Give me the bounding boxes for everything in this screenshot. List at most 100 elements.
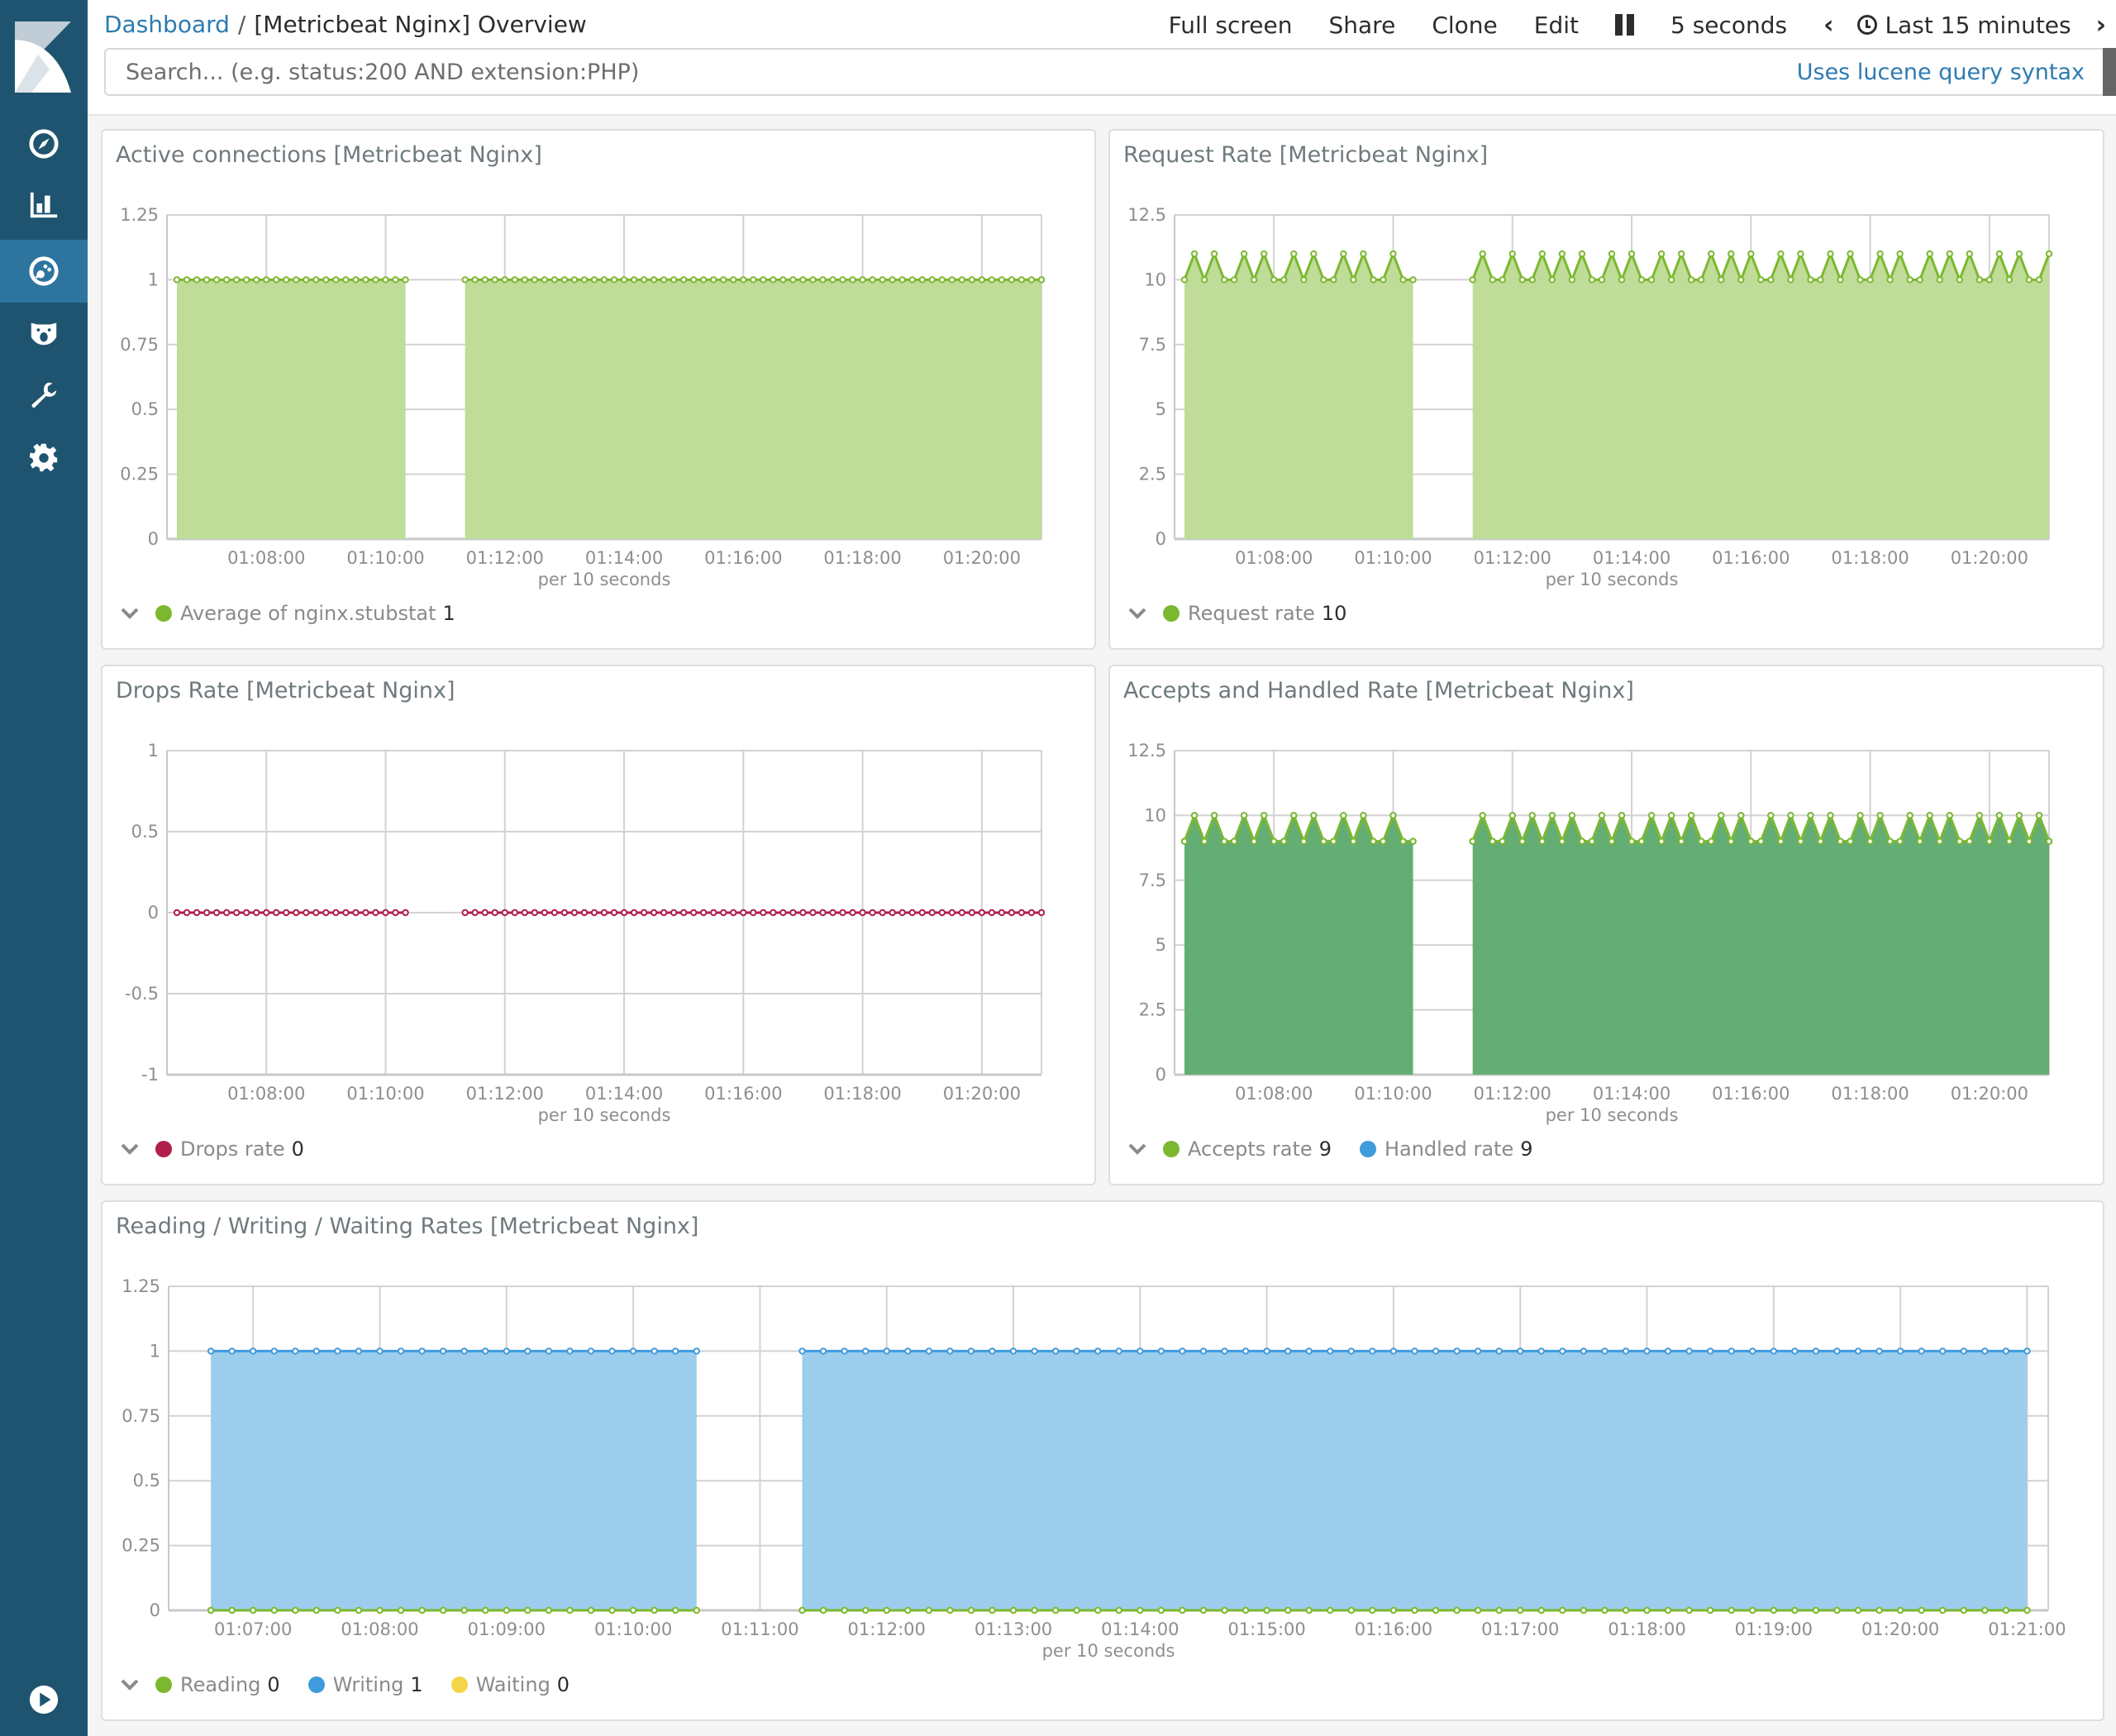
sidebar-item-dashboard[interactable] xyxy=(0,240,88,303)
chevron-left-icon[interactable]: ‹ xyxy=(1823,11,1833,40)
data-point xyxy=(829,909,836,917)
breadcrumb-dashboard-link[interactable]: Dashboard xyxy=(104,11,230,38)
data-point xyxy=(600,276,608,284)
data-point xyxy=(1698,276,1705,284)
y-tick-label: 0 xyxy=(1156,1065,1166,1085)
legend-item[interactable]: Writing 1 xyxy=(307,1673,423,1696)
dashboard-gauge-icon xyxy=(29,256,59,286)
series-writing xyxy=(207,1347,2031,1610)
data-point xyxy=(989,1606,996,1614)
data-point xyxy=(1995,250,2004,258)
data-point xyxy=(1517,1347,1524,1355)
time-picker-button[interactable]: Last 15 minutes xyxy=(1856,12,2071,39)
data-point xyxy=(978,276,986,284)
clone-button[interactable]: Clone xyxy=(1432,12,1497,39)
data-point xyxy=(1300,276,1308,284)
y-tick-label: 1 xyxy=(148,741,159,761)
data-point xyxy=(303,909,310,917)
data-point xyxy=(1495,1606,1503,1614)
data-point xyxy=(779,276,787,284)
legend-item[interactable]: Waiting 0 xyxy=(450,1673,570,1696)
lucene-syntax-link[interactable]: Uses lucene query syntax xyxy=(1797,60,2085,85)
x-tick-label: 01:18:00 xyxy=(1608,1619,1685,1639)
data-point xyxy=(651,1606,658,1614)
data-point xyxy=(332,909,340,917)
sidebar-item-visualize[interactable] xyxy=(0,174,88,236)
collapse-sidebar-button[interactable] xyxy=(0,1668,88,1731)
x-axis-label: per 10 seconds xyxy=(538,570,671,589)
data-point xyxy=(1199,1347,1208,1355)
data-point xyxy=(173,909,181,917)
chevron-right-icon[interactable]: › xyxy=(2096,11,2106,40)
data-point xyxy=(521,909,529,917)
data-point xyxy=(372,909,379,917)
legend-dot xyxy=(155,605,172,622)
x-tick-label: 01:07:00 xyxy=(214,1619,292,1639)
legend-item[interactable]: Request rate 10 xyxy=(1163,602,1346,625)
legend-item[interactable]: Average of nginx.stubstat 1 xyxy=(155,602,455,625)
sidebar-item-timelion[interactable] xyxy=(0,301,88,364)
kibana-logo[interactable] xyxy=(15,21,71,93)
data-point xyxy=(799,276,807,284)
data-point xyxy=(908,909,916,917)
data-point xyxy=(918,909,926,917)
full-screen-button[interactable]: Full screen xyxy=(1169,12,1293,39)
search-input[interactable] xyxy=(106,50,1797,94)
legend-toggle-chevron-icon[interactable] xyxy=(117,1143,142,1155)
data-point xyxy=(482,1606,489,1614)
legend-value: 9 xyxy=(1520,1137,1533,1161)
legend-dot xyxy=(307,1676,325,1693)
top-menu: Full screen Share Clone Edit 5 seconds ‹… xyxy=(1132,8,2106,41)
data-point xyxy=(222,909,231,917)
data-point xyxy=(1369,1347,1376,1355)
data-point xyxy=(1508,812,1516,819)
x-tick-label: 01:18:00 xyxy=(1831,1084,1909,1104)
legend-toggle-chevron-icon[interactable] xyxy=(117,1679,142,1691)
y-tick-label: 1.25 xyxy=(122,1276,160,1296)
sidebar-item-dev-tools[interactable] xyxy=(0,364,88,427)
x-tick-label: 01:10:00 xyxy=(1354,548,1432,568)
data-point xyxy=(968,909,976,917)
legend-toggle-chevron-icon[interactable] xyxy=(117,608,142,619)
data-point xyxy=(1770,1606,1778,1614)
data-point xyxy=(1588,276,1596,284)
y-tick-label: 0.25 xyxy=(120,465,159,484)
data-point xyxy=(819,909,827,917)
data-point xyxy=(312,909,320,917)
data-point xyxy=(879,276,886,284)
x-tick-label: 01:12:00 xyxy=(466,1084,544,1104)
data-point xyxy=(1305,1606,1313,1614)
legend-item[interactable]: Drops rate 0 xyxy=(155,1137,304,1161)
data-point xyxy=(1220,276,1228,284)
data-point xyxy=(608,1347,616,1355)
y-tick-label: 5 xyxy=(1156,935,1166,955)
y-tick-label: 10 xyxy=(1144,805,1166,825)
data-point xyxy=(730,276,737,284)
data-point xyxy=(1737,812,1745,819)
data-point xyxy=(1718,276,1725,284)
data-point xyxy=(580,276,589,284)
data-point xyxy=(938,909,946,917)
data-point xyxy=(355,1347,363,1355)
search-button[interactable] xyxy=(2103,48,2116,96)
legend-toggle-chevron-icon[interactable] xyxy=(1125,608,1150,619)
data-point xyxy=(1190,250,1199,258)
data-point xyxy=(1538,250,1546,258)
data-point xyxy=(1037,909,1046,917)
pause-icon[interactable] xyxy=(1614,14,1634,36)
data-point xyxy=(779,909,787,917)
sidebar-item-management[interactable] xyxy=(0,427,88,489)
refresh-interval-button[interactable]: 5 seconds xyxy=(1670,12,1787,39)
data-point xyxy=(1677,250,1685,258)
legend-item[interactable]: Handled rate 9 xyxy=(1359,1137,1533,1161)
sidebar-item-discover[interactable] xyxy=(0,112,88,175)
data-point xyxy=(1409,837,1417,845)
legend-item[interactable]: Reading 0 xyxy=(155,1673,280,1696)
legend-item[interactable]: Accepts rate 9 xyxy=(1163,1137,1332,1161)
data-point xyxy=(1939,1606,1947,1614)
legend-toggle-chevron-icon[interactable] xyxy=(1125,1143,1150,1155)
data-point xyxy=(1320,837,1327,845)
share-button[interactable]: Share xyxy=(1329,12,1396,39)
edit-button[interactable]: Edit xyxy=(1534,12,1579,39)
data-point xyxy=(1807,276,1814,284)
